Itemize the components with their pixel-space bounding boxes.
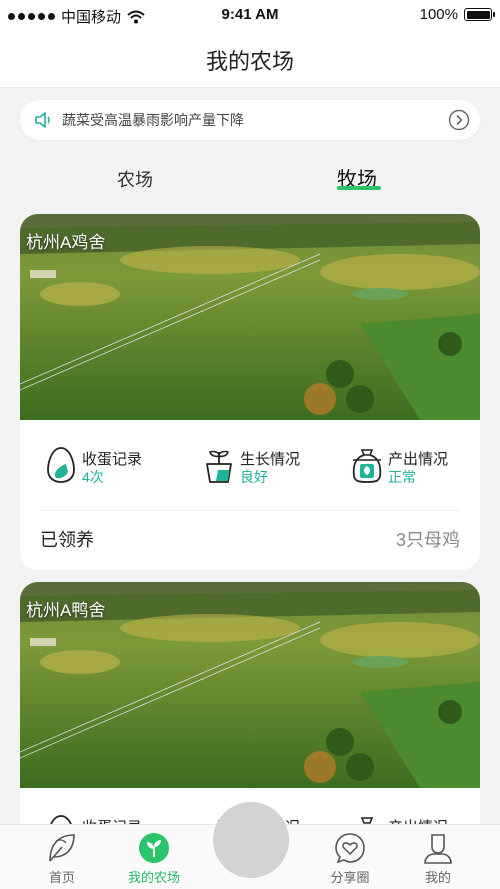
stat-value: 正常 bbox=[388, 469, 416, 485]
adoption-label: 已领养 bbox=[40, 530, 94, 550]
farm-photo: 杭州A鸭舍 bbox=[20, 582, 480, 788]
chevron-right-circle-icon[interactable] bbox=[448, 109, 470, 131]
notice-bar[interactable]: 蔬菜受高温暴雨影响产量下降 bbox=[20, 100, 480, 140]
tabbar-me[interactable]: 我的 bbox=[398, 831, 478, 886]
tabbar-label: 分享圈 bbox=[330, 870, 370, 885]
center-action-button[interactable] bbox=[213, 802, 289, 878]
card-title: 杭州A鸭舍 bbox=[26, 601, 106, 620]
tabbar-label: 首页 bbox=[48, 870, 75, 885]
battery-icon bbox=[464, 8, 495, 21]
egg-icon bbox=[47, 447, 75, 483]
harvest-bag-icon bbox=[352, 449, 382, 483]
card-title: 杭州A鸡舍 bbox=[26, 233, 106, 252]
battery-percent: 100% bbox=[419, 6, 458, 23]
tabbar-share-circle[interactable]: 分享圈 bbox=[310, 831, 390, 886]
nav-bar: 我的农场 bbox=[0, 30, 500, 88]
farm-photo: 杭州A鸡舍 bbox=[20, 214, 480, 420]
status-bar: 中国移动 9:41 AM 100% bbox=[0, 0, 500, 30]
stat-label: 收蛋记录 bbox=[82, 451, 143, 468]
sprout-circle-icon bbox=[139, 833, 169, 863]
tabbar-label: 我的 bbox=[424, 870, 451, 885]
adoption-row: 已领养 3只母鸡 bbox=[40, 526, 460, 552]
tabbar-home[interactable]: 首页 bbox=[22, 831, 102, 886]
stat-label: 产出情况 bbox=[388, 451, 449, 468]
page-title: 我的农场 bbox=[205, 49, 294, 74]
heart-chat-icon bbox=[335, 833, 365, 864]
leaf-outline-icon bbox=[49, 834, 75, 862]
stat-value: 4次 bbox=[82, 469, 104, 485]
stats-row: 收蛋记录 4次 生长情况 良好 产出情况 正常 bbox=[20, 420, 480, 510]
tab-farm[interactable]: 农场 bbox=[117, 166, 153, 192]
tabbar-my-farm[interactable]: 我的农场 bbox=[114, 831, 194, 886]
speaker-icon bbox=[35, 112, 50, 128]
divider bbox=[40, 510, 460, 511]
tabbar-label: 我的农场 bbox=[127, 870, 180, 885]
notice-text: 蔬菜受高温暴雨影响产量下降 bbox=[62, 112, 244, 128]
coop-card[interactable]: 杭州A鸡舍 收蛋记录 4次 生长情况 良好 产出情况 正常 已领养 3只母鸡 bbox=[20, 214, 480, 570]
segment-tabs: 农场 牧场 bbox=[0, 160, 500, 200]
stat-value: 良好 bbox=[240, 469, 268, 485]
stat-label: 生长情况 bbox=[240, 451, 301, 468]
status-right: 100% bbox=[419, 6, 495, 23]
user-icon bbox=[424, 834, 452, 864]
sprout-pot-icon bbox=[206, 450, 232, 483]
active-tab-indicator bbox=[337, 186, 381, 190]
adoption-value: 3只母鸡 bbox=[395, 530, 460, 550]
